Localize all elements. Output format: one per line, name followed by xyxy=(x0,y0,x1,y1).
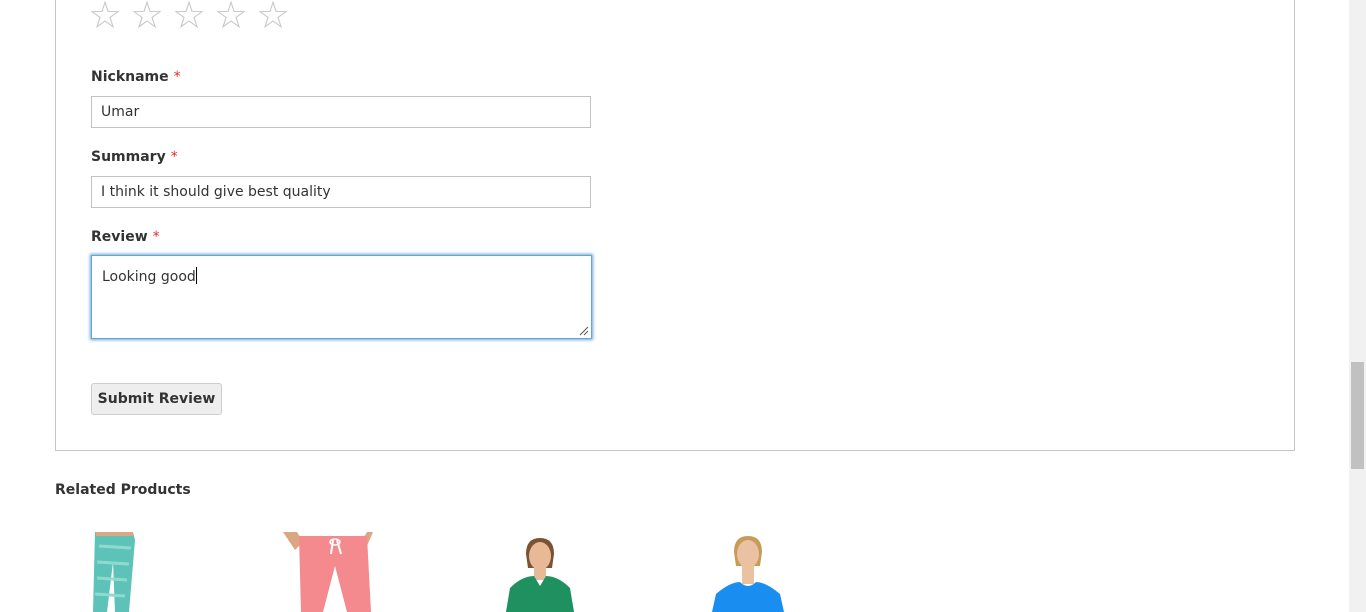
rating-star-2[interactable]: ☆ xyxy=(130,0,164,35)
rating-star-3[interactable]: ☆ xyxy=(172,0,206,35)
review-value: Looking good xyxy=(102,269,196,285)
review-label-text: Review xyxy=(91,229,148,245)
blue-tee-product-image[interactable] xyxy=(670,532,830,612)
required-marker: * xyxy=(170,149,178,165)
review-textarea[interactable]: Looking good xyxy=(91,255,592,339)
scrollbar-thumb[interactable] xyxy=(1351,362,1364,469)
green-scoop-tee-product-image[interactable] xyxy=(460,532,620,612)
rating-star-5[interactable]: ☆ xyxy=(256,0,290,35)
required-marker: * xyxy=(152,229,160,245)
rating-star-4[interactable]: ☆ xyxy=(214,0,248,35)
teal-leggings-product-image[interactable] xyxy=(55,532,215,612)
product-page: ☆ ☆ ☆ ☆ ☆ Nickname * Umar Summary * I thin… xyxy=(0,0,1349,612)
vertical-scrollbar[interactable] xyxy=(1349,0,1366,612)
rating-stars: ☆ ☆ ☆ ☆ ☆ xyxy=(88,0,290,35)
review-form-box xyxy=(55,0,1295,451)
review-label: Review * xyxy=(91,229,160,245)
related-products-title: Related Products xyxy=(55,482,191,498)
summary-value: I think it should give best quality xyxy=(101,184,331,200)
required-marker: * xyxy=(173,69,181,85)
pink-pants-product-image[interactable] xyxy=(255,532,415,612)
nickname-value: Umar xyxy=(101,104,140,120)
summary-label-text: Summary xyxy=(91,149,166,165)
rating-star-1[interactable]: ☆ xyxy=(88,0,122,35)
submit-review-button[interactable]: Submit Review xyxy=(91,383,222,415)
nickname-label: Nickname * xyxy=(91,69,181,85)
text-caret xyxy=(195,267,197,284)
resize-grip-icon[interactable] xyxy=(579,326,589,336)
nickname-field[interactable]: Umar xyxy=(91,96,591,128)
summary-label: Summary * xyxy=(91,149,178,165)
nickname-label-text: Nickname xyxy=(91,69,169,85)
summary-field[interactable]: I think it should give best quality xyxy=(91,176,591,208)
